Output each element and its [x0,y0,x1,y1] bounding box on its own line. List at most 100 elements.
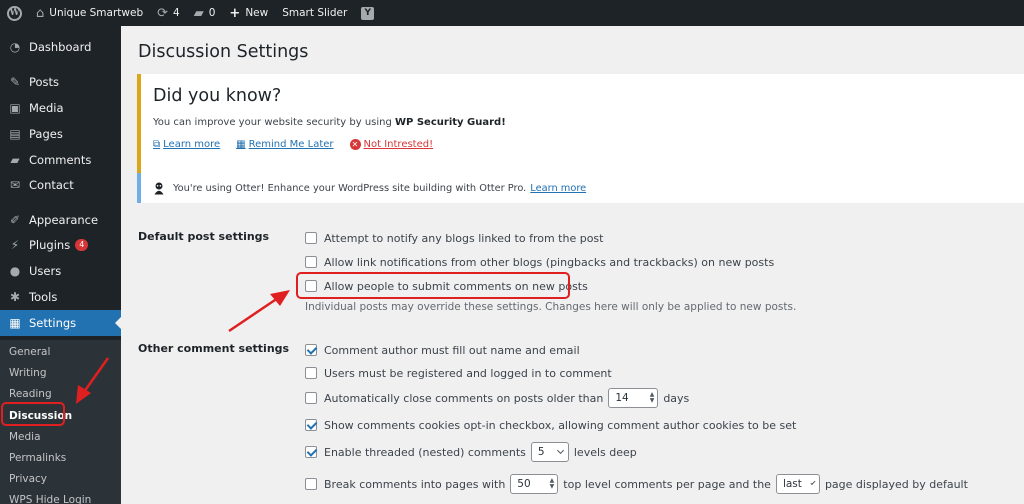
brush-icon: ✐ [9,213,21,227]
sidebar-item-label: Pages [29,127,63,141]
updates-link[interactable]: ⟳ 4 [150,0,187,26]
sidebar-item-appearance[interactable]: ✐ Appearance [0,207,121,233]
sidebar-item-tools[interactable]: ✱ Tools [0,284,121,310]
not-interested-link[interactable]: ✕ Not Intrested! [349,139,433,150]
chevron-down-icon [556,446,564,455]
comment-icon: ▰ [10,153,20,167]
sidebar-item-label: Comments [29,153,92,167]
remind-later-label: Remind Me Later [248,139,334,150]
sidebar-item-comments[interactable]: ▰ Comments [0,147,121,173]
close-circle-icon: ✕ [349,139,361,150]
sidebar-item-users[interactable]: ● Users [0,258,121,284]
mail-icon: ✉ [9,178,21,192]
sidebar-item-label: Plugins [29,238,71,252]
wp-logo-menu[interactable]: W [0,0,29,26]
option-break-pages[interactable]: Break comments into pages with 50 ▲ ▼ top… [305,474,968,494]
learn-more-link[interactable]: ⧉ Learn more [153,139,220,150]
option-suffix: levels deep [573,445,637,459]
sidebar-item-pages[interactable]: ▤ Pages [0,121,121,147]
submenu-general[interactable]: General [9,344,50,360]
submenu-permalinks[interactable]: Permalinks [9,450,66,466]
updates-count: 4 [173,7,180,19]
sidebar-item-label: Media [29,101,64,115]
thread-depth-value: 5 [537,446,545,458]
option-label: Comment author must fill out name and em… [324,343,580,357]
break-pages-checkbox[interactable] [305,478,317,490]
option-label: Allow link notifications from other blog… [324,255,775,269]
auto-close-checkbox[interactable] [305,392,317,404]
remind-later-link[interactable]: ▦ Remind Me Later [236,139,333,150]
pingbacks-checkbox[interactable] [305,256,317,268]
sidebar-item-label: Appearance [29,213,99,227]
other-comment-settings-label: Other comment settings [138,342,290,355]
submenu-wps-hide-login[interactable]: WPS Hide Login [9,492,91,504]
submenu-media[interactable]: Media [9,429,41,445]
author-fill-checkbox[interactable] [305,344,317,356]
sidebar-item-label: Tools [29,290,58,304]
otter-message: You're using Otter! Enhance your WordPre… [173,182,527,194]
option-label: Attempt to notify any blogs linked to fr… [324,231,604,245]
sidebar-item-settings[interactable]: ▦ Settings [0,310,121,336]
otter-notice: You're using Otter! Enhance your WordPre… [137,173,1024,203]
option-pingbacks[interactable]: Allow link notifications from other blog… [305,252,774,272]
yoast-icon: Y [361,6,375,20]
sidebar-item-media[interactable]: ▣ Media [0,95,121,121]
otter-learn-more-link[interactable]: Learn more [530,183,586,194]
option-author-fill[interactable]: Comment author must fill out name and em… [305,340,580,360]
sidebar-item-contact[interactable]: ✉ Contact [0,172,121,198]
default-page-value: last [782,478,802,490]
page-title: Discussion Settings [138,42,309,62]
option-auto-close[interactable]: Automatically close comments on posts ol… [305,388,689,408]
option-registered[interactable]: Users must be registered and logged in t… [305,363,612,383]
auto-close-days-input[interactable]: 14 ▲ ▼ [608,388,659,408]
notice-message-text: You can improve your website security by… [153,117,396,128]
comments-per-page-input[interactable]: 50 ▲ ▼ [510,474,559,494]
option-cookies[interactable]: Show comments cookies opt-in checkbox, a… [305,415,796,435]
option-threaded[interactable]: Enable threaded (nested) comments 5 leve… [305,442,637,462]
yoast-seo-link[interactable]: Y [354,0,381,26]
registered-checkbox[interactable] [305,367,317,379]
submenu-privacy[interactable]: Privacy [9,471,47,487]
learn-more-label: Learn more [163,139,221,150]
plug-icon: ⚡ [10,238,20,252]
allow-comments-highlight-box [296,272,570,299]
threaded-checkbox[interactable] [305,446,317,458]
external-link-icon: ⧉ [153,139,161,150]
wrench-icon: ✱ [9,290,21,304]
option-label: Break comments into pages with [324,477,506,491]
pin-icon: ✎ [9,75,21,89]
notice-heading: Did you know? [153,86,282,106]
dashboard-icon: ◔ [9,40,21,54]
option-middle: top level comments per page and the [563,477,771,491]
cookies-checkbox[interactable] [305,419,317,431]
notice-message: You can improve your website security by… [153,117,506,128]
option-notify-blogs[interactable]: Attempt to notify any blogs linked to fr… [305,228,603,248]
media-icon: ▣ [9,101,21,115]
site-name-link[interactable]: ⌂ Unique Smartweb [29,0,150,26]
notify-blogs-checkbox[interactable] [305,232,317,244]
comments-link[interactable]: ▰ 0 [187,0,223,26]
home-icon: ⌂ [36,5,45,21]
sidebar-item-dashboard[interactable]: ◔ Dashboard [0,34,121,60]
sidebar-item-label: Posts [29,75,60,89]
submenu-writing[interactable]: Writing [9,365,47,381]
new-label: New [245,7,269,19]
default-page-select[interactable]: last [775,474,820,494]
comments-count: 0 [208,7,216,19]
submenu-reading[interactable]: Reading [9,386,52,402]
smart-slider-link[interactable]: Smart Slider [275,0,354,26]
notice-links: ⧉ Learn more ▦ Remind Me Later ✕ Not Int… [153,139,449,150]
option-suffix: page displayed by default [824,477,968,491]
sidebar-item-plugins[interactable]: ⚡ Plugins 4 [0,232,121,258]
thread-depth-select[interactable]: 5 [530,442,569,462]
comment-bubble-icon: ▰ [193,5,204,21]
new-content-link[interactable]: + New [222,0,275,26]
sidebar-item-label: Users [29,264,62,278]
discussion-highlight-box [1,402,65,426]
smart-slider-label: Smart Slider [282,7,348,19]
sidebar-item-posts[interactable]: ✎ Posts [0,69,121,95]
pages-icon: ▤ [9,127,21,141]
main-content: Discussion Settings Did you know? You ca… [121,26,1024,504]
default-post-settings-label: Default post settings [138,230,270,243]
wordpress-logo-icon: W [7,5,22,21]
